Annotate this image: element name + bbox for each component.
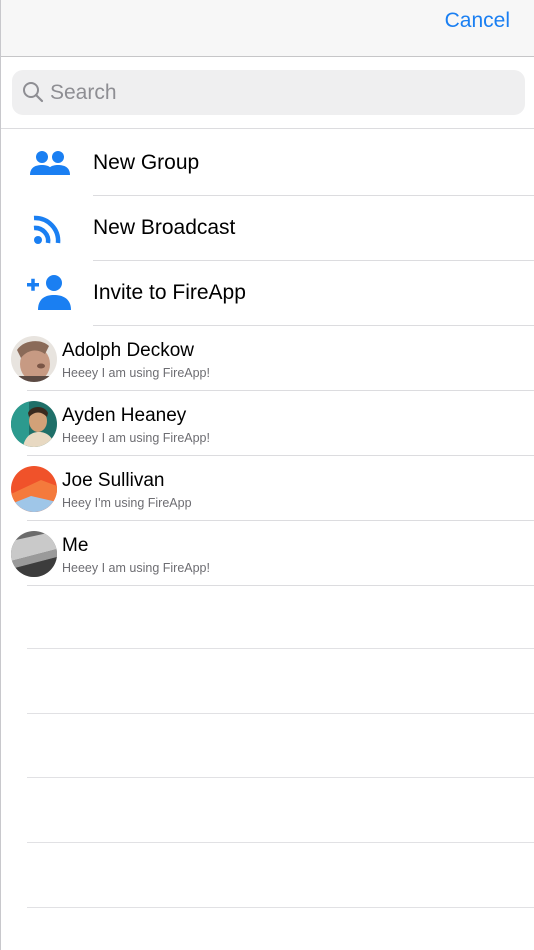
contact-name: Joe Sullivan (62, 470, 165, 491)
new-chat-screen: Cancel New Group New Broadcast (0, 0, 534, 950)
empty-row-separator (27, 842, 534, 843)
empty-row-separator (27, 713, 534, 714)
contact-name: Ayden Heaney (62, 405, 187, 426)
search-field[interactable] (12, 70, 525, 115)
avatar (11, 336, 57, 382)
cancel-button[interactable]: Cancel (445, 8, 510, 34)
contact-name: Me (62, 535, 89, 556)
contact-row[interactable]: Me Heeey I am using FireApp! (1, 521, 534, 586)
search-icon (23, 82, 44, 103)
new-group-label: New Group (93, 151, 200, 174)
contact-row[interactable]: Joe Sullivan Heey I'm using FireApp (1, 456, 534, 521)
contact-status: Heeey I am using FireApp! (62, 431, 210, 445)
contact-row[interactable]: Ayden Heaney Heeey I am using FireApp! (1, 391, 534, 456)
empty-row-separator (27, 648, 534, 649)
separator (27, 585, 534, 586)
avatar (11, 401, 57, 447)
search-input[interactable] (50, 76, 510, 109)
invite-label: Invite to FireApp (93, 281, 246, 304)
empty-row-separator (27, 907, 534, 908)
contact-row[interactable]: Adolph Deckow Heeey I am using FireApp! (1, 326, 534, 391)
contact-status: Heeey I am using FireApp! (62, 561, 210, 575)
add-person-icon (27, 275, 71, 310)
navigation-bar: Cancel (1, 0, 534, 57)
group-icon (30, 151, 70, 175)
broadcast-icon (33, 215, 61, 244)
empty-row-separator (27, 777, 534, 778)
new-broadcast-label: New Broadcast (93, 216, 236, 239)
avatar (11, 466, 57, 512)
contact-status: Heeey I am using FireApp! (62, 366, 210, 380)
avatar (11, 531, 57, 577)
search-bar (1, 57, 534, 129)
new-group-row[interactable]: New Group (1, 131, 534, 196)
new-broadcast-row[interactable]: New Broadcast (1, 196, 534, 261)
invite-row[interactable]: Invite to FireApp (1, 261, 534, 326)
contact-status: Heey I'm using FireApp (62, 496, 192, 510)
contact-name: Adolph Deckow (62, 340, 195, 361)
